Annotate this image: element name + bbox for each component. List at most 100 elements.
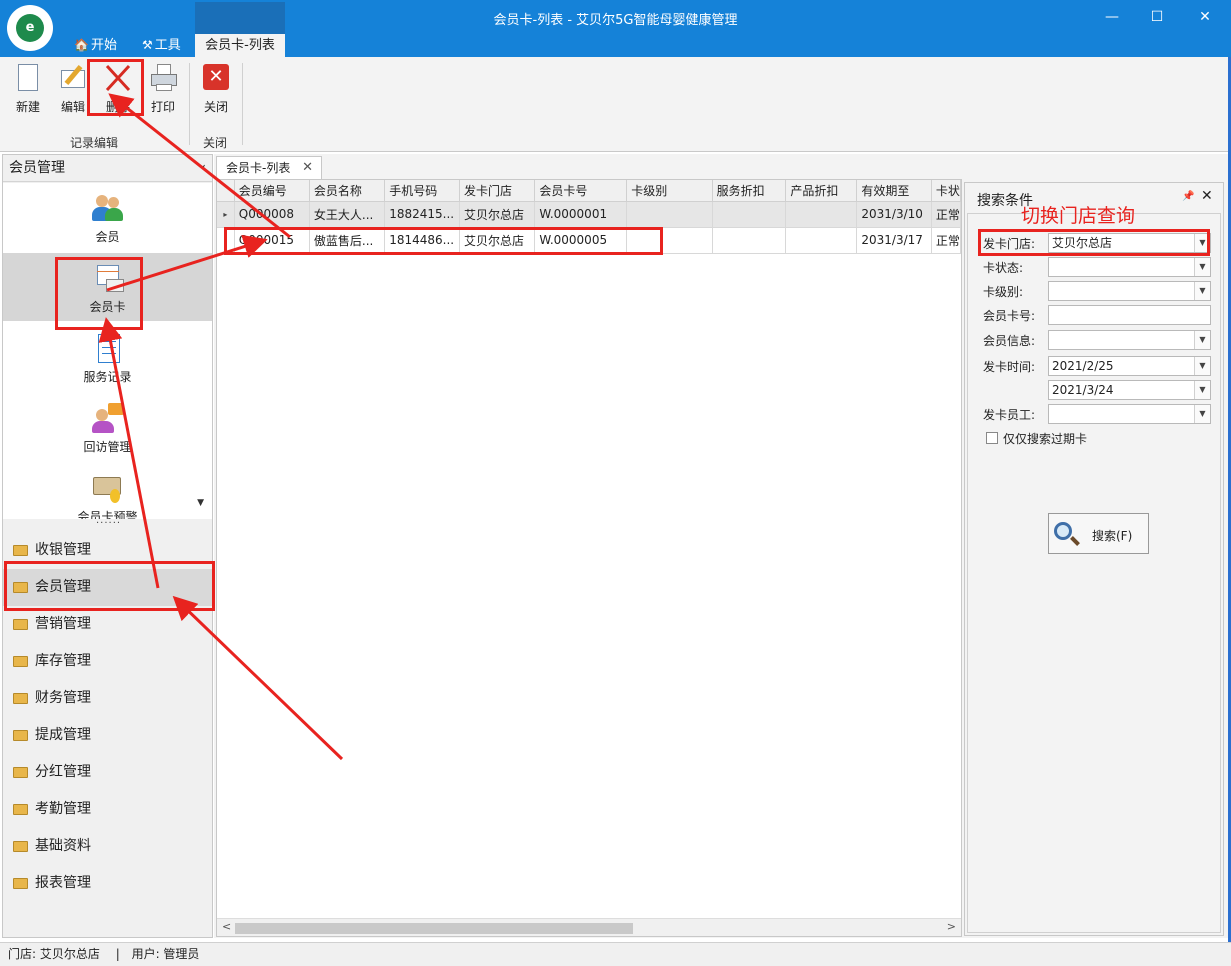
- folder-icon: [13, 767, 28, 778]
- group-label-record-edit: 记录编辑: [70, 136, 119, 150]
- nav-item-card-warning[interactable]: 会员卡预警: [3, 463, 212, 519]
- column-header[interactable]: 会员编号: [234, 180, 310, 202]
- group-divider: [242, 63, 243, 145]
- tools-icon: ⚒: [142, 38, 153, 52]
- search-panel: 搜索条件 📌 ✕ 发卡门店: 艾贝尔总店 ▼ 卡状态: ▼ 卡级别: ▼ 会员卡…: [964, 182, 1224, 936]
- folder-icon: [13, 804, 28, 815]
- table-cell[interactable]: 女王大人...: [309, 201, 386, 228]
- close-red-icon: ✕: [200, 62, 232, 94]
- nav-item-follow-up[interactable]: 回访管理: [3, 393, 212, 461]
- document-area: 会员卡-列表 ✕ 会员编号 会员名称 手机号码 发卡门店 会员卡号 卡级别 服务…: [214, 154, 1228, 938]
- table-cell[interactable]: [626, 201, 713, 228]
- card-number-input[interactable]: [1048, 305, 1211, 325]
- nav-group-reports[interactable]: 报表管理: [3, 865, 212, 902]
- chevron-down-icon[interactable]: ▼: [1194, 357, 1210, 375]
- close-window-button[interactable]: ✕: [1185, 6, 1225, 28]
- chevron-down-icon[interactable]: ▼: [1194, 405, 1210, 423]
- table-row[interactable]: ▸ Q000008 女王大人... 1882415... 艾贝尔总店 W.000…: [217, 201, 961, 228]
- table-cell[interactable]: W.0000001: [534, 201, 628, 228]
- column-header[interactable]: 产品折扣: [785, 180, 858, 202]
- issue-date-start[interactable]: 2021/2/25 ▼: [1048, 356, 1211, 376]
- nav-scroll-down-icon[interactable]: ▼: [197, 498, 204, 508]
- table-cell[interactable]: Q000008: [234, 201, 310, 228]
- members-icon: [91, 193, 124, 225]
- column-header[interactable]: 会员名称: [309, 180, 386, 202]
- folder-icon: [13, 545, 28, 556]
- collapse-chevron-icon[interactable]: ‹: [200, 155, 206, 182]
- annotation-box-member-group: [4, 561, 215, 611]
- splitter-grip[interactable]: ......: [96, 515, 121, 526]
- nav-item-members[interactable]: 会员: [3, 183, 212, 251]
- nav-group-commission[interactable]: 提成管理: [3, 717, 212, 754]
- issuer-select[interactable]: ▼: [1048, 404, 1211, 424]
- row-indicator-header: [217, 180, 235, 202]
- nav-group-finance[interactable]: 财务管理: [3, 680, 212, 717]
- table-cell[interactable]: [785, 227, 858, 254]
- nav-panel-header: 会员管理 ‹: [3, 155, 212, 182]
- folder-icon: [13, 730, 28, 741]
- column-header[interactable]: 卡状: [931, 180, 961, 202]
- column-header[interactable]: 发卡门店: [459, 180, 536, 202]
- status-store: 门店: 艾贝尔总店: [8, 947, 100, 961]
- scrollbar-thumb[interactable]: [235, 923, 633, 934]
- tab-start[interactable]: 🏠 开始: [70, 34, 121, 57]
- search-button[interactable]: 搜索(F): [1048, 513, 1149, 554]
- table-cell[interactable]: 正常: [931, 227, 961, 254]
- folder-icon: [13, 693, 28, 704]
- chevron-down-icon[interactable]: ▼: [1194, 258, 1210, 276]
- nav-group-inventory[interactable]: 库存管理: [3, 643, 212, 680]
- doc-tab-member-card-list[interactable]: 会员卡-列表 ✕: [216, 156, 322, 180]
- horizontal-scrollbar[interactable]: < >: [217, 918, 961, 936]
- magnifier-icon: [1054, 522, 1072, 540]
- table-cell[interactable]: [712, 201, 787, 228]
- card-number-label: 会员卡号:: [983, 309, 1036, 323]
- pin-icon[interactable]: 📌: [1182, 191, 1194, 202]
- service-record-icon: [92, 333, 124, 365]
- chevron-down-icon[interactable]: ▼: [1194, 331, 1210, 349]
- table-cell[interactable]: 1882415...: [384, 201, 460, 228]
- chevron-down-icon[interactable]: ▼: [1194, 282, 1210, 300]
- card-level-select[interactable]: ▼: [1048, 281, 1211, 301]
- nav-item-service-record[interactable]: 服务记录: [3, 323, 212, 391]
- table-cell[interactable]: 正常: [931, 201, 961, 228]
- ribbon: 新建 编辑 删除 打印 ✕ 关闭 记录编辑 关闭: [0, 57, 1228, 152]
- member-info-select[interactable]: ▼: [1048, 330, 1211, 350]
- table-cell[interactable]: [785, 201, 858, 228]
- table-cell[interactable]: 2031/3/17: [856, 227, 932, 254]
- card-status-select[interactable]: ▼: [1048, 257, 1211, 277]
- nav-group-attendance[interactable]: 考勤管理: [3, 791, 212, 828]
- column-header[interactable]: 卡级别: [626, 180, 713, 202]
- maximize-button[interactable]: ☐: [1137, 6, 1177, 28]
- folder-icon: [13, 841, 28, 852]
- print-button[interactable]: 打印: [143, 62, 183, 115]
- expired-only-checkbox[interactable]: [986, 432, 998, 444]
- nav-group-dividend[interactable]: 分红管理: [3, 754, 212, 791]
- title-bar: e 会员卡-列表 - 艾贝尔5G智能母婴健康管理 — ☐ ✕ 🏠 开始 ⚒ 工具 会…: [0, 0, 1231, 57]
- column-header[interactable]: 服务折扣: [712, 180, 787, 202]
- scroll-left-icon[interactable]: <: [222, 920, 231, 933]
- edit-pencil-icon: [57, 62, 89, 94]
- table-cell[interactable]: 艾贝尔总店: [459, 201, 536, 228]
- tab-tools[interactable]: ⚒ 工具: [138, 34, 185, 57]
- column-header[interactable]: 有效期至: [856, 180, 932, 202]
- chevron-down-icon[interactable]: ▼: [1194, 381, 1210, 399]
- card-level-label: 卡级别:: [983, 285, 1024, 299]
- issue-date-label: 发卡时间:: [983, 360, 1036, 374]
- grid-header-row: 会员编号 会员名称 手机号码 发卡门店 会员卡号 卡级别 服务折扣 产品折扣 有…: [217, 180, 961, 202]
- issue-date-end[interactable]: 2021/3/24 ▼: [1048, 380, 1211, 400]
- doc-tab-close-icon[interactable]: ✕: [302, 157, 313, 179]
- nav-group-basic-data[interactable]: 基础资料: [3, 828, 212, 865]
- annotation-box-store-field: [978, 229, 1210, 256]
- search-panel-close-icon[interactable]: ✕: [1201, 188, 1213, 204]
- member-info-label: 会员信息:: [983, 334, 1036, 348]
- table-cell[interactable]: [712, 227, 787, 254]
- column-header[interactable]: 会员卡号: [534, 180, 628, 202]
- new-button[interactable]: 新建: [8, 62, 48, 115]
- tab-member-card-list[interactable]: 会员卡-列表: [195, 34, 285, 57]
- minimize-button[interactable]: —: [1092, 6, 1132, 28]
- scroll-right-icon[interactable]: >: [947, 920, 956, 933]
- column-header[interactable]: 手机号码: [384, 180, 460, 202]
- table-cell[interactable]: 2031/3/10: [856, 201, 932, 228]
- close-tab-button[interactable]: ✕ 关闭: [196, 62, 236, 115]
- nav-group-marketing[interactable]: 营销管理: [3, 606, 212, 643]
